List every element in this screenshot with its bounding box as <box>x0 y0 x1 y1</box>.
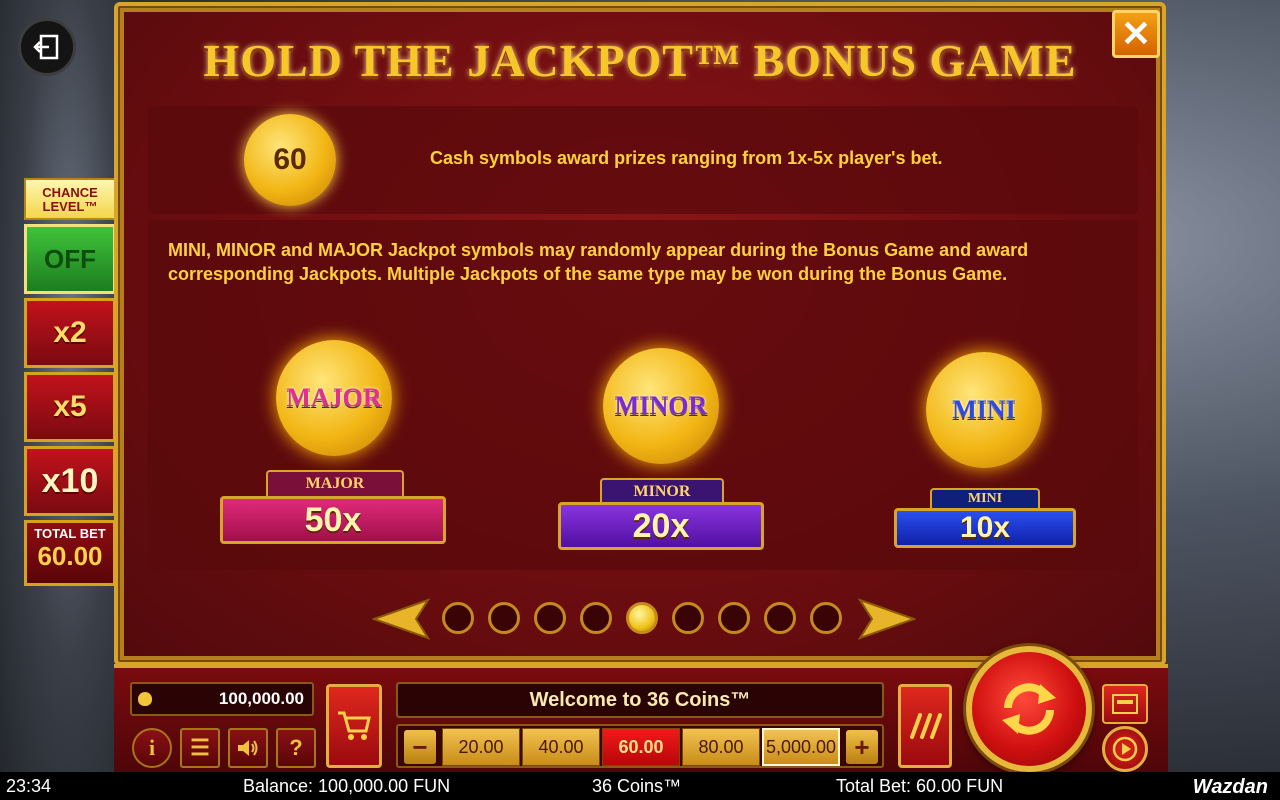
paytable-button[interactable] <box>1102 684 1148 724</box>
bet-plus-button[interactable]: + <box>846 730 878 764</box>
chance-x10-button[interactable]: x10 <box>24 446 116 516</box>
minor-coin-label: MINOR <box>614 391 708 420</box>
welcome-message: Welcome to 36 Coins™ <box>396 682 884 718</box>
mini-value-bar: 10x <box>894 508 1076 548</box>
page-title: HOLD THE JACKPOT™ BONUS GAME <box>203 35 1077 86</box>
minor-value-bar: 20x <box>558 502 764 550</box>
page-dot-active[interactable] <box>626 602 658 634</box>
cart-icon <box>338 711 371 740</box>
page-dot[interactable] <box>580 602 612 634</box>
mini-tab: MINI <box>930 488 1040 508</box>
mini-coin-label: MINI <box>952 395 1016 424</box>
minor-coin-icon: MINOR <box>603 348 719 464</box>
control-bar: 100,000.00 i ☰ ? Welcome to 36 Coins™ − … <box>114 646 1168 772</box>
major-value-bar: 50x <box>220 496 446 544</box>
spin-arrows-icon <box>1002 683 1056 735</box>
chance-level-title: CHANCE LEVEL™ <box>24 178 116 220</box>
bet-option-selected[interactable]: 60.00 <box>602 728 680 766</box>
page-dot[interactable] <box>810 602 842 634</box>
sound-button[interactable] <box>228 728 268 768</box>
brand-logo: Wazdan <box>1192 776 1268 798</box>
money-bag-icon <box>138 692 152 706</box>
cash-symbol-section: 60 Cash symbols award prizes ranging fro… <box>148 106 1138 214</box>
cash-coin-value: 60 <box>273 143 307 176</box>
jackpot-section: MINI, MINOR and MAJOR Jackpot symbols ma… <box>148 220 1138 570</box>
total-bet-label: TOTAL BET <box>34 526 106 541</box>
spin-button[interactable] <box>966 646 1092 772</box>
cash-coin-icon: 60 <box>244 114 336 206</box>
paytable-icon <box>1112 694 1138 714</box>
page-dot[interactable] <box>718 602 750 634</box>
page-dot[interactable] <box>488 602 520 634</box>
clock: 23:34 <box>6 776 52 796</box>
page-dot[interactable] <box>764 602 796 634</box>
exit-button[interactable] <box>18 18 76 76</box>
major-coin-label: MAJOR <box>286 383 382 412</box>
status-total-bet: Total Bet: 60.00 FUN <box>836 776 1004 796</box>
page-dot[interactable] <box>534 602 566 634</box>
chili-feature-button[interactable] <box>898 684 952 768</box>
chance-level-panel: CHANCE LEVEL™ OFF x2 x5 x10 TOTAL BET 60… <box>24 178 116 590</box>
menu-button[interactable]: ☰ <box>180 728 220 768</box>
bet-option[interactable]: 40.00 <box>522 728 600 766</box>
exit-icon <box>33 34 59 60</box>
status-balance: Balance: 100,000.00 FUN <box>243 776 451 796</box>
mini-coin-icon: MINI <box>926 352 1042 468</box>
bet-option[interactable]: 5,000.00 <box>762 728 840 766</box>
bet-option[interactable]: 80.00 <box>682 728 760 766</box>
prev-arrow-icon[interactable] <box>372 598 430 640</box>
shop-button[interactable] <box>326 684 382 768</box>
next-arrow-icon[interactable] <box>858 598 916 640</box>
autoplay-button[interactable] <box>1102 726 1148 772</box>
autoplay-icon <box>1112 736 1138 762</box>
page-navigation <box>372 596 918 642</box>
jackpot-description: MINI, MINOR and MAJOR Jackpot symbols ma… <box>168 240 1029 284</box>
page-dot[interactable] <box>442 602 474 634</box>
cash-description: Cash symbols award prizes ranging from 1… <box>430 148 943 168</box>
speaker-icon <box>238 740 258 756</box>
major-coin-icon: MAJOR <box>276 340 392 456</box>
chili-icon <box>910 713 942 739</box>
status-bar: 23:34 Balance: 100,000.00 FUN 36 Coins™ … <box>0 772 1280 800</box>
major-tab: MAJOR <box>266 470 404 496</box>
chance-x5-button[interactable]: x5 <box>24 372 116 442</box>
info-button[interactable]: i <box>132 728 172 768</box>
help-button[interactable]: ? <box>276 728 316 768</box>
minor-tab: MINOR <box>600 478 724 504</box>
balance-value: 100,000.00 <box>218 689 304 708</box>
chance-x2-button[interactable]: x2 <box>24 298 116 368</box>
page-dot[interactable] <box>672 602 704 634</box>
chance-off-button[interactable]: OFF <box>24 224 116 294</box>
total-bet-box: TOTAL BET 60.00 <box>24 520 116 586</box>
bet-minus-button[interactable]: − <box>404 730 436 764</box>
bonus-info-panel: ✕ HOLD THE JACKPOT™ BONUS GAME 60 Cash s… <box>114 2 1166 666</box>
balance-display: 100,000.00 <box>130 682 314 716</box>
status-game-name: 36 Coins™ <box>592 776 682 796</box>
total-bet-value: 60.00 <box>37 541 103 571</box>
bet-option[interactable]: 20.00 <box>442 728 520 766</box>
bet-selector: − 20.00 40.00 60.00 80.00 5,000.00 + <box>396 724 884 768</box>
